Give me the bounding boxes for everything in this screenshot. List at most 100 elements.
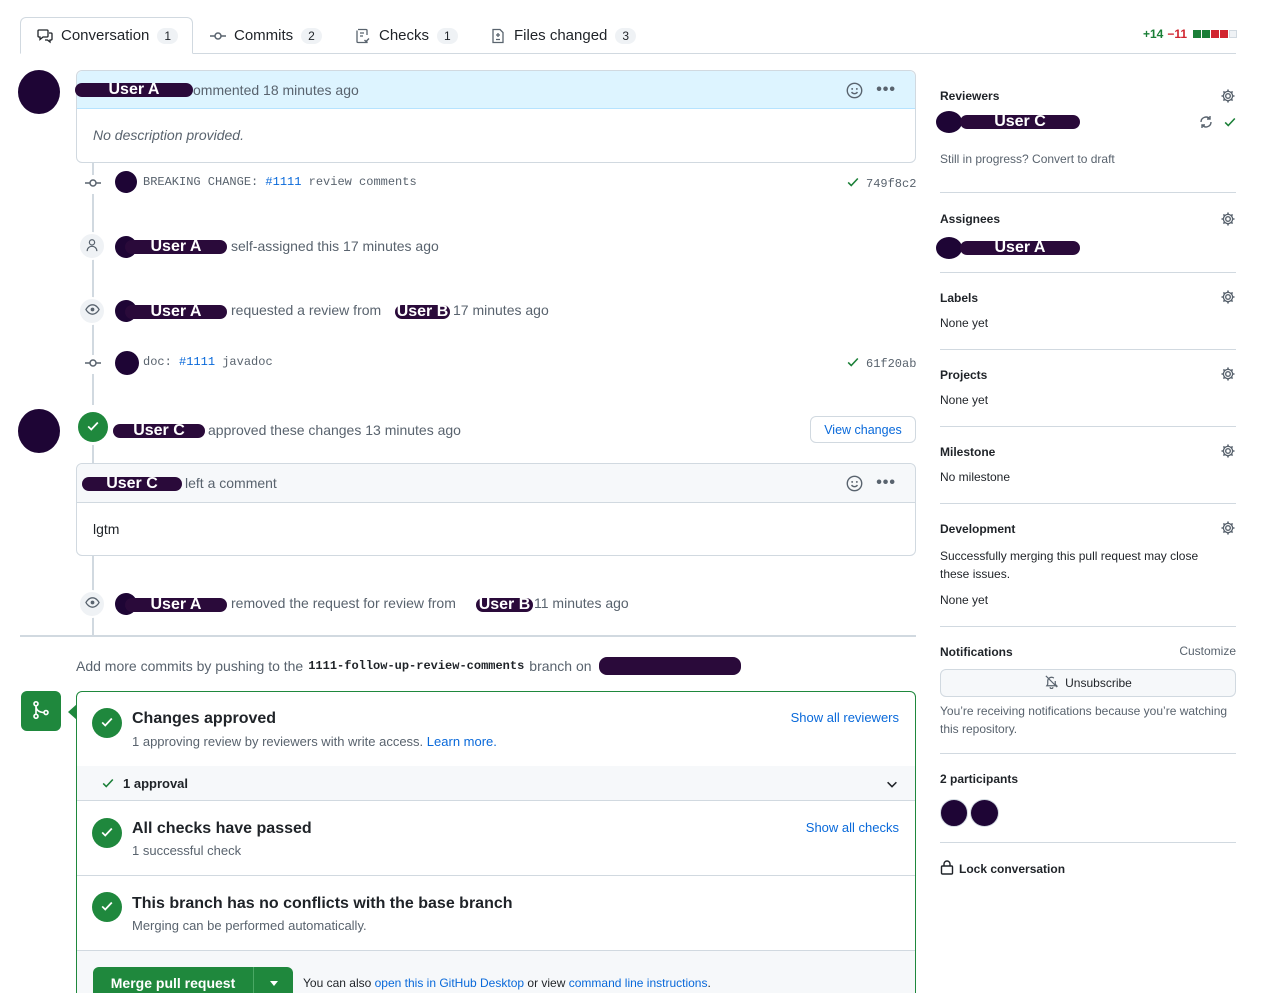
author-link[interactable]: User C <box>82 476 182 492</box>
participant-avatar[interactable] <box>970 799 999 827</box>
event-time: 17 minutes ago <box>453 302 549 318</box>
reviewer-link[interactable]: User B <box>476 597 533 613</box>
avatar[interactable] <box>115 351 139 375</box>
author-link[interactable]: User A <box>125 597 227 613</box>
sidebar-divider <box>940 626 1236 627</box>
timeline-event-badge <box>78 232 106 260</box>
review-text: approved these changes 13 minutes ago <box>208 422 461 438</box>
author-link[interactable]: User A <box>125 239 227 255</box>
labels-heading: Labels <box>940 291 979 305</box>
author-link[interactable]: User A <box>125 304 227 320</box>
tab-files-changed[interactable]: Files changed 3 <box>490 17 637 54</box>
customize-link[interactable]: Customize <box>1179 644 1236 658</box>
show-all-checks-link[interactable]: Show all checks <box>806 820 899 835</box>
check-icon <box>101 776 115 793</box>
avatar[interactable] <box>18 409 60 453</box>
check-icon[interactable] <box>846 175 860 193</box>
tab-checks[interactable]: Checks 1 <box>355 17 458 54</box>
git-commit-icon <box>85 175 101 194</box>
repository-link[interactable] <box>598 657 741 675</box>
kebab-icon[interactable]: ••• <box>876 81 896 99</box>
gear-icon[interactable] <box>1220 211 1236 230</box>
file-diff-icon <box>490 28 506 44</box>
approved-title: Changes approved <box>132 710 277 727</box>
approval-summary-row[interactable]: 1 approval <box>77 766 915 801</box>
diffstat-added: +14 <box>1143 27 1164 41</box>
sync-icon[interactable] <box>1198 114 1214 133</box>
sidebar-divider <box>940 349 1236 350</box>
convert-to-draft-link[interactable]: Still in progress? Convert to draft <box>940 152 1115 166</box>
participant-avatar[interactable] <box>940 799 968 827</box>
check-icon <box>1223 115 1237 132</box>
sidebar-divider <box>940 503 1236 504</box>
merge-alternatives: You can also open this in GitHub Desktop… <box>303 976 711 990</box>
avatar[interactable] <box>115 171 137 193</box>
avatar[interactable] <box>936 111 962 133</box>
eye-icon <box>84 302 100 320</box>
merge-options-dropdown[interactable] <box>254 980 293 986</box>
assignee-name[interactable]: User A <box>960 240 1080 256</box>
issue-link[interactable]: #1111 <box>179 355 215 369</box>
projects-value: None yet <box>940 393 989 407</box>
author-link[interactable]: User A <box>75 81 193 97</box>
commit-message[interactable]: doc: #1111 javadoc <box>143 355 273 369</box>
reviewer-link[interactable]: User B <box>395 304 450 320</box>
avatar[interactable] <box>936 237 962 259</box>
avatar[interactable] <box>18 70 60 114</box>
timeline-end-divider <box>20 635 916 637</box>
comment-header: User A ommented 18 minutes ago ••• <box>75 71 915 109</box>
kebab-icon[interactable]: ••• <box>876 474 896 492</box>
gear-icon[interactable] <box>1220 366 1236 385</box>
check-icon[interactable] <box>846 355 860 373</box>
check-icon <box>100 715 114 732</box>
gear-icon[interactable] <box>1220 289 1236 308</box>
unsubscribe-button[interactable]: Unsubscribe <box>940 669 1236 697</box>
branch-name[interactable]: 1111-follow-up-review-comments <box>308 659 524 673</box>
person-icon <box>85 238 99 255</box>
commit-message-prefix: BREAKING CHANGE: <box>143 175 266 189</box>
event-text: requested a review from <box>231 302 382 318</box>
comment-meta: ommented 18 minutes ago <box>193 81 359 98</box>
eye-icon <box>84 595 100 613</box>
notifications-heading: Notifications <box>940 645 1013 659</box>
show-all-reviewers-link[interactable]: Show all reviewers <box>791 710 899 725</box>
merge-pull-request-button[interactable]: Merge pull request <box>93 975 253 991</box>
participants-heading: 2 participants <box>940 772 1019 786</box>
push-hint-suffix: branch on <box>529 658 592 674</box>
development-desc: Successfully merging this pull request m… <box>940 549 1199 581</box>
notifications-desc: You’re receiving notifications because y… <box>940 704 1228 736</box>
assignees-heading: Assignees <box>940 212 1001 226</box>
tab-commits[interactable]: Commits 2 <box>210 17 322 54</box>
lock-conversation-link[interactable]: Lock conversation <box>940 859 1065 878</box>
smiley-icon[interactable] <box>846 475 863 495</box>
check-icon <box>100 825 114 842</box>
reviewer-name[interactable]: User C <box>960 114 1080 130</box>
reviewers-heading: Reviewers <box>940 89 1000 103</box>
timeline-event-badge <box>78 590 106 618</box>
merge-button-group: Merge pull request <box>93 967 293 993</box>
author-link[interactable]: User C <box>113 423 205 439</box>
github-desktop-link[interactable]: open this in GitHub Desktop <box>375 976 524 990</box>
diffstat-blocks <box>1193 30 1238 38</box>
gear-icon[interactable] <box>1220 88 1236 107</box>
learn-more-link[interactable]: Learn more. <box>427 734 497 749</box>
commit-message[interactable]: BREAKING CHANGE: #1111 review comments <box>143 175 417 189</box>
gear-icon[interactable] <box>1220 520 1236 539</box>
tab-conversation-count: 1 <box>157 27 179 44</box>
commit-sha[interactable]: 61f20ab <box>866 357 916 371</box>
tab-conversation[interactable]: Conversation 1 <box>20 17 193 54</box>
smiley-icon[interactable] <box>846 82 863 102</box>
comment-discussion-icon <box>37 28 53 44</box>
checks-title: All checks have passed <box>132 820 312 837</box>
gear-icon[interactable] <box>1220 443 1236 462</box>
commit-sha[interactable]: 749f8c2 <box>866 177 916 191</box>
review-comment-box: User C left a comment ••• lgtm <box>76 463 916 556</box>
chevron-down-icon[interactable] <box>885 777 899 794</box>
tab-commits-label: Commits <box>234 27 294 44</box>
git-commit-icon <box>210 28 226 44</box>
command-line-instructions-link[interactable]: command line instructions <box>569 976 708 990</box>
merge-alternatives-period: . <box>707 976 711 990</box>
view-changes-button[interactable]: View changes <box>810 416 916 443</box>
tab-commits-count: 2 <box>301 27 322 44</box>
issue-link[interactable]: #1111 <box>265 175 301 189</box>
